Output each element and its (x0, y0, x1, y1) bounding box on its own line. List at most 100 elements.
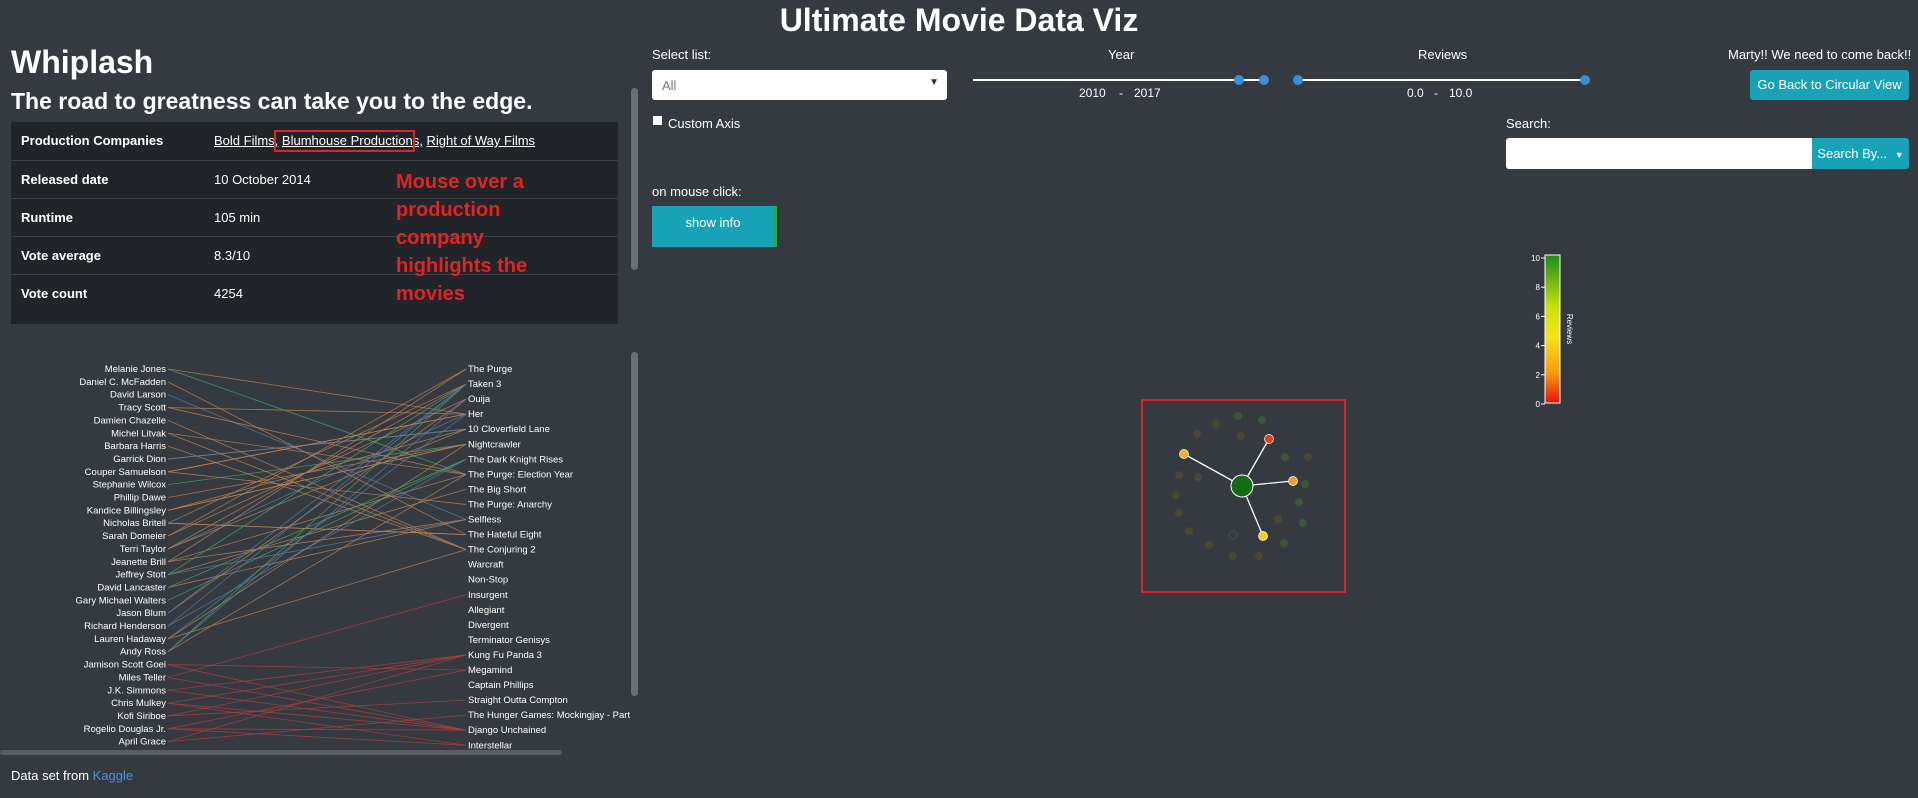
person-label[interactable]: Barbara Harris (104, 441, 166, 452)
movie-label[interactable]: The Purge: Anarchy (468, 499, 552, 510)
horizontal-scrollbar[interactable] (0, 750, 562, 755)
reviews-slider-handle-min[interactable] (1293, 75, 1303, 85)
graph-node-linked[interactable] (1179, 449, 1189, 459)
search-input[interactable] (1506, 138, 1812, 169)
reviews-color-legend: 10 8 6 4 2 0 Reviews (1531, 254, 1574, 408)
select-list-dropdown[interactable]: All ▼ (652, 70, 947, 100)
graph-center-node[interactable] (1230, 474, 1254, 498)
movie-label[interactable]: Allegiant (468, 605, 505, 616)
info-key: Runtime (21, 210, 73, 225)
movie-label[interactable]: Insurgent (468, 590, 508, 601)
person-label[interactable]: Melanie Jones (105, 364, 167, 375)
table-scrollbar[interactable] (631, 88, 638, 270)
year-slider-handle-max[interactable] (1259, 75, 1269, 85)
person-label[interactable]: David Larson (110, 390, 166, 401)
movie-label[interactable]: 10 Cloverfield Lane (468, 424, 550, 435)
movie-label[interactable]: The Conjuring 2 (468, 545, 536, 556)
graph-node (1193, 430, 1201, 438)
reviews-slider-handle-max[interactable] (1580, 75, 1590, 85)
movie-label[interactable]: Straight Outta Compton (468, 695, 568, 706)
parallel-link (167, 413, 467, 473)
search-by-button[interactable]: Search By... ▼ (1812, 138, 1909, 169)
person-label[interactable]: Jason Blum (116, 608, 166, 619)
person-label[interactable]: April Grace (118, 737, 166, 748)
movie-label[interactable]: Terminator Genisys (468, 635, 550, 646)
parallel-scrollbar[interactable] (631, 352, 638, 696)
person-label[interactable]: David Lancaster (97, 582, 166, 593)
reviews-separator: - (1434, 86, 1438, 100)
movie-label[interactable]: Her (468, 409, 483, 420)
chevron-down-icon: ▼ (929, 77, 939, 88)
movie-label[interactable]: Django Unchained (468, 725, 546, 736)
parallel-link (167, 728, 467, 746)
person-label[interactable]: Jamison Scott Goei (84, 660, 166, 671)
graph-node-linked[interactable] (1258, 531, 1268, 541)
person-label[interactable]: Couper Samuelson (85, 467, 166, 478)
movie-label[interactable]: Selfless (468, 515, 502, 526)
info-key: Released date (21, 172, 109, 187)
reviews-label: Reviews (1418, 47, 1468, 62)
person-label[interactable]: J.K. Simmons (107, 685, 166, 696)
graph-node (1212, 420, 1220, 428)
person-label[interactable]: Tracy Scott (118, 403, 166, 414)
kaggle-link[interactable]: Kaggle (93, 768, 133, 783)
person-label[interactable]: Sarah Domeier (102, 531, 166, 542)
graph-node (1175, 471, 1183, 479)
graph-node-linked[interactable] (1288, 476, 1298, 486)
reviews-slider[interactable] (1290, 72, 1590, 92)
movie-label[interactable]: Ouija (468, 394, 491, 405)
person-label[interactable]: Jeanette Brill (111, 557, 166, 568)
company-link[interactable]: Bold Films, (214, 133, 278, 148)
person-label[interactable]: Phillip Dawe (114, 493, 166, 504)
person-label[interactable]: Terri Taylor (120, 544, 166, 555)
legend-tick-label: 0 (1536, 400, 1541, 408)
person-label[interactable]: Michel Litvak (111, 428, 166, 439)
movie-label[interactable]: Megamind (468, 665, 512, 676)
person-label[interactable]: Kofi Siriboe (117, 711, 166, 722)
graph-node (1274, 515, 1282, 523)
person-label[interactable]: Jeffrey Stott (115, 570, 166, 581)
person-label[interactable]: Lauren Hadaway (94, 634, 166, 645)
movie-label[interactable]: Nightcrawler (468, 439, 521, 450)
show-info-button[interactable]: show info (652, 206, 777, 247)
movie-label[interactable]: Warcraft (468, 560, 504, 571)
graph-node (1280, 539, 1288, 547)
movie-label[interactable]: Captain Phillips (468, 680, 534, 691)
year-slider-handle-min[interactable] (1234, 75, 1244, 85)
movie-label[interactable]: The Purge: Election Year (468, 469, 573, 480)
movie-label[interactable]: Kung Fu Panda 3 (468, 650, 542, 661)
person-label[interactable]: Miles Teller (119, 672, 166, 683)
movie-label[interactable]: Taken 3 (468, 379, 501, 390)
movie-label[interactable]: Non-Stop (468, 575, 508, 586)
person-label[interactable]: Chris Mulkey (111, 698, 166, 709)
custom-axis-checkbox[interactable] (653, 116, 662, 125)
person-label[interactable]: Richard Henderson (84, 621, 166, 632)
parallel-link (167, 654, 467, 691)
person-label[interactable]: Damien Chazelle (94, 415, 166, 426)
info-value: 10 October 2014 (214, 172, 311, 187)
movie-label[interactable]: The Purge (468, 364, 512, 375)
movie-label[interactable]: The Hunger Games: Mockingjay - Part (468, 710, 630, 721)
person-label[interactable]: Stephanie Wilcox (93, 480, 167, 491)
info-key: Vote count (21, 286, 88, 301)
person-label[interactable]: Kandice Billingsley (87, 505, 166, 516)
movie-label[interactable]: Divergent (468, 620, 509, 631)
person-label[interactable]: Rogelio Douglas Jr. (84, 724, 166, 735)
footer-text: Data set from (11, 768, 90, 783)
movie-label[interactable]: The Dark Knight Rises (468, 454, 563, 465)
person-label[interactable]: Gary Michael Walters (76, 595, 167, 606)
info-key: Production Companies (21, 133, 164, 148)
movie-label[interactable]: The Big Short (468, 484, 526, 495)
person-label[interactable]: Nicholas Britell (103, 518, 166, 529)
annotation-text: Mouse over a production company highligh… (396, 171, 528, 305)
movie-label[interactable]: The Hateful Eight (468, 530, 542, 541)
person-label[interactable]: Garrick Dion (113, 454, 166, 465)
company-link[interactable]: Right of Way Films (426, 133, 535, 148)
person-label[interactable]: Andy Ross (120, 647, 166, 658)
movie-title: Whiplash (11, 44, 154, 80)
movie-label[interactable]: Interstellar (468, 740, 512, 750)
person-label[interactable]: Daniel C. McFadden (79, 377, 166, 388)
legend-tick-label: 8 (1536, 283, 1541, 292)
graph-node-linked[interactable] (1264, 434, 1274, 444)
go-back-button[interactable]: Go Back to Circular View (1750, 70, 1909, 100)
